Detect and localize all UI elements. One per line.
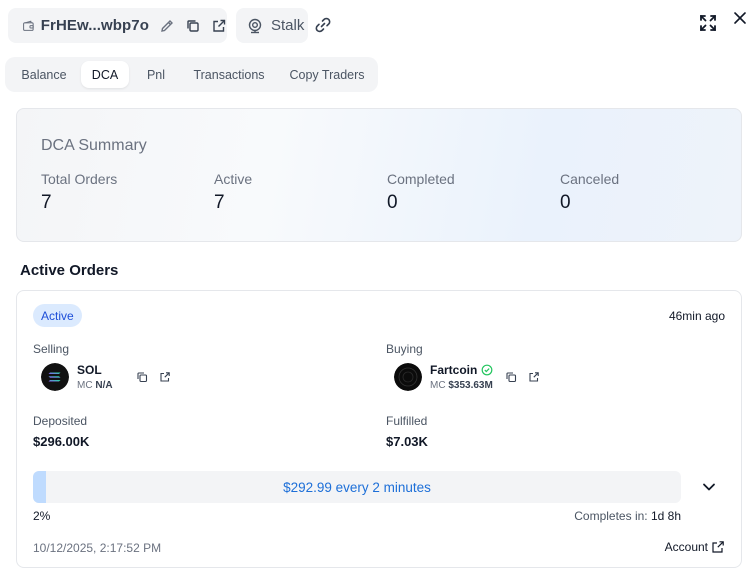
selling-label: Selling — [33, 342, 70, 356]
order-date: 10/12/2025, 2:17:52 PM — [33, 541, 162, 555]
external-link-icon[interactable] — [211, 18, 227, 34]
wallet-icon — [23, 20, 34, 31]
summary-title: DCA Summary — [41, 137, 147, 154]
schedule-text: $292.99 every 2 minutes — [283, 479, 431, 495]
tab-bar: Balance DCA Pnl Transactions Copy Trader… — [5, 57, 378, 92]
stat-label: Active — [214, 171, 253, 187]
progress-bar: $292.99 every 2 minutes — [33, 471, 681, 503]
dca-summary-card: DCA Summary Total Orders 7 Active 7 Comp… — [16, 108, 742, 242]
tab-transactions[interactable]: Transactions — [183, 61, 275, 88]
stat-active: Active 7 — [214, 171, 252, 214]
eye-target-icon — [248, 18, 262, 33]
deposited-value: $296.00K — [33, 434, 90, 449]
completes-in: Completes in: 1d 8h — [574, 509, 681, 523]
account-link[interactable]: Account — [665, 540, 725, 554]
active-orders-title: Active Orders — [20, 262, 119, 279]
deposited-label: Deposited — [33, 414, 88, 428]
verified-icon — [481, 364, 493, 376]
selling-mc: MC N/A — [77, 380, 113, 391]
fulfilled-value: $7.03K — [386, 434, 428, 449]
stat-canceled: Canceled 0 — [560, 171, 619, 214]
buying-mc: MC $353.63M — [430, 380, 493, 391]
selling-token: SOL MC N/A — [41, 363, 171, 391]
link-icon[interactable] — [314, 16, 332, 34]
expand-icon[interactable] — [699, 14, 717, 32]
progress-percent: 2% — [33, 509, 51, 523]
status-badge: Active — [33, 304, 82, 327]
stat-label: Canceled — [560, 171, 620, 187]
copy-icon[interactable] — [185, 18, 201, 34]
stat-completed: Completed 0 — [387, 171, 455, 214]
buying-label: Buying — [386, 342, 423, 356]
sol-logo-icon — [41, 363, 69, 391]
buying-token: Fartcoin MC $353.63M — [394, 363, 540, 391]
wallet-pill: FrHEw...wbp7o — [8, 8, 227, 43]
order-card: Active 46min ago Selling SOL MC N/A Buyi… — [16, 290, 742, 568]
buying-symbol: Fartcoin — [430, 363, 493, 377]
external-link-icon — [712, 541, 724, 553]
stat-label: Completed — [387, 171, 455, 187]
stat-value: 0 — [560, 192, 571, 213]
chevron-down-icon[interactable] — [701, 479, 717, 495]
order-time-ago: 46min ago — [668, 309, 725, 323]
edit-icon[interactable] — [159, 18, 175, 34]
close-icon[interactable] — [732, 10, 748, 26]
stat-label: Total Orders — [41, 171, 118, 187]
external-link-icon[interactable] — [528, 371, 540, 383]
stalk-button[interactable]: Stalk — [236, 8, 308, 43]
external-link-icon[interactable] — [159, 371, 171, 383]
tab-balance[interactable]: Balance — [9, 61, 79, 88]
stat-value: 7 — [41, 192, 52, 213]
tab-dca[interactable]: DCA — [81, 61, 129, 88]
stat-value: 7 — [214, 192, 225, 213]
copy-icon[interactable] — [505, 371, 517, 383]
stat-total-orders: Total Orders 7 — [41, 171, 117, 214]
copy-icon[interactable] — [136, 371, 148, 383]
stat-value: 0 — [387, 192, 398, 213]
tab-pnl[interactable]: Pnl — [133, 61, 179, 88]
fartcoin-logo-icon — [394, 363, 422, 391]
fulfilled-label: Fulfilled — [386, 414, 428, 428]
selling-symbol: SOL — [77, 363, 102, 377]
wallet-address: FrHEw...wbp7o — [40, 17, 149, 34]
stalk-label: Stalk — [271, 17, 305, 34]
tab-copy-traders[interactable]: Copy Traders — [279, 61, 375, 88]
